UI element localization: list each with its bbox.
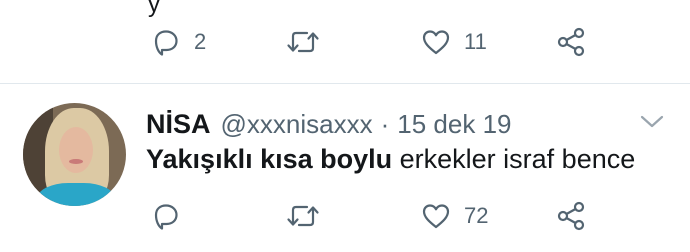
share-icon <box>557 201 585 231</box>
tweet-divider <box>0 83 690 84</box>
tweet-header: NİSA @xxxnisaxxx · 15 dek 19 <box>146 109 512 140</box>
tweet-text: Yakışıklı kısa boylu erkekler israf benc… <box>146 144 635 175</box>
retweet-button[interactable] <box>285 22 333 62</box>
previous-tweet-text-fragment: y <box>148 0 160 18</box>
share-button[interactable] <box>555 196 587 236</box>
like-button[interactable]: 11 <box>420 22 487 62</box>
reply-count: 2 <box>194 29 207 54</box>
retweet-button[interactable] <box>285 196 333 236</box>
header-separator: · <box>380 109 390 139</box>
reply-icon <box>154 204 178 230</box>
display-name[interactable]: NİSA <box>146 109 211 140</box>
more-options-button[interactable] <box>638 112 666 137</box>
reply-button[interactable] <box>150 196 194 236</box>
previous-tweet-actions: 2 11 <box>0 22 690 62</box>
tweet-text-bold: Yakışıklı kısa boylu <box>146 144 393 174</box>
tweet-text-rest: erkekler israf bence <box>392 144 636 174</box>
heart-icon <box>422 30 450 55</box>
reply-button[interactable]: 2 <box>150 22 206 62</box>
retweet-icon <box>287 31 319 53</box>
user-handle[interactable]: @xxxnisaxxx <box>221 109 373 140</box>
chevron-down-icon <box>640 115 664 128</box>
share-button[interactable] <box>555 22 587 62</box>
share-icon <box>557 27 585 57</box>
avatar[interactable] <box>23 103 126 206</box>
retweet-icon <box>287 205 319 227</box>
tweet-date[interactable]: 15 dek 19 <box>397 109 511 140</box>
like-count: 11 <box>464 29 487 54</box>
like-button[interactable]: 72 <box>420 196 488 236</box>
like-count: 72 <box>464 203 489 228</box>
tweet-actions: 72 <box>0 196 690 236</box>
heart-icon <box>422 204 450 229</box>
reply-icon <box>154 30 178 56</box>
